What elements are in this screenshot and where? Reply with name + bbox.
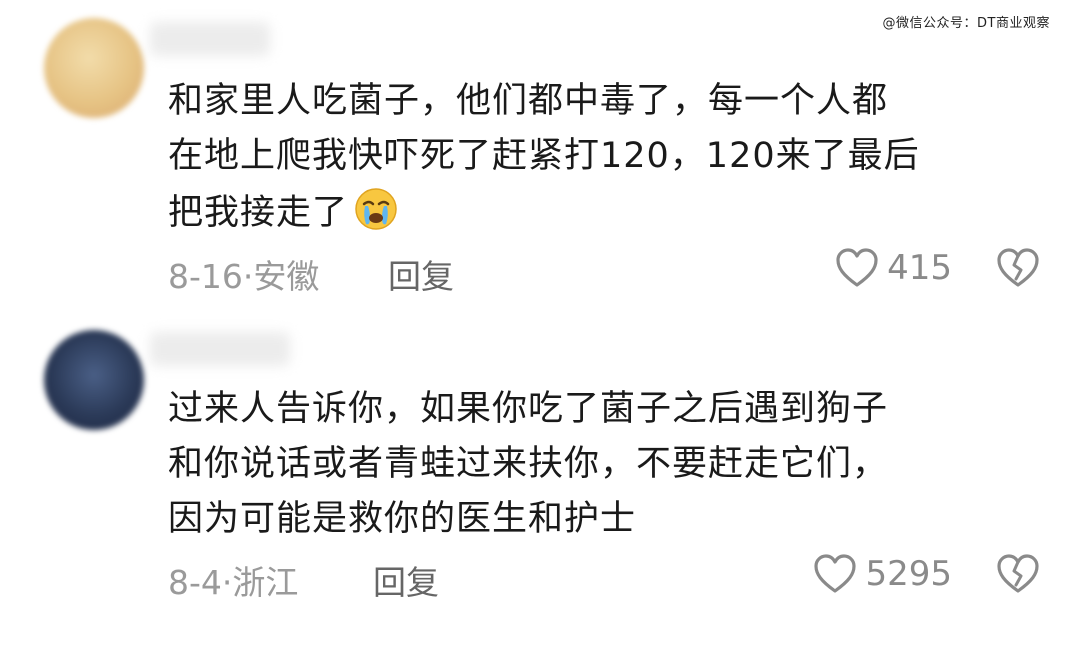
broken-heart-icon[interactable] (996, 248, 1040, 288)
username-blurred[interactable] (150, 22, 270, 56)
avatar[interactable] (44, 330, 144, 430)
comment-line: 因为可能是救你的医生和护士 (168, 499, 637, 539)
date-location: 8-4·浙江 (168, 563, 299, 602)
like-count: 415 (887, 248, 952, 288)
like-count: 5295 (865, 554, 952, 594)
comment-line: 在地上爬我快吓死了赶紧打120，120来了最后 (168, 136, 920, 176)
avatar[interactable] (44, 18, 144, 118)
reply-button[interactable]: 回复 (388, 250, 454, 298)
comment-meta: 8-4·浙江 回复 5295 (168, 554, 1048, 602)
like-button[interactable]: 5295 (813, 554, 952, 594)
comment-line: 过来人告诉你，如果你吃了菌子之后遇到狗子 (168, 389, 889, 429)
heart-icon (814, 554, 857, 593)
reply-button[interactable]: 回复 (373, 556, 439, 604)
comment-text: 过来人告诉你，如果你吃了菌子之后遇到狗子 和你说话或者青蛙过来扶你，不要赶走它们… (168, 382, 1028, 547)
comment-text: 和家里人吃菌子，他们都中毒了，每一个人都 在地上爬我快吓死了赶紧打120，120… (168, 74, 1028, 241)
comment-meta: 8-16·安徽 回复 415 (168, 248, 1048, 296)
username-blurred[interactable] (150, 332, 290, 366)
heart-icon (836, 248, 878, 287)
comment-line-text: 把我接走了 (168, 193, 349, 233)
broken-heart-icon[interactable] (996, 554, 1040, 594)
like-button[interactable]: 415 (835, 248, 952, 288)
watermark: @微信公众号：DT商业观察 (882, 16, 1050, 31)
comment-line: 把我接走了 (168, 184, 1028, 241)
crying-face-emoji-icon (355, 188, 397, 230)
comment-line: 和家里人吃菌子，他们都中毒了，每一个人都 (168, 81, 889, 121)
comment-line: 和你说话或者青蛙过来扶你，不要赶走它们， (168, 444, 889, 484)
date-location: 8-16·安徽 (168, 257, 320, 296)
